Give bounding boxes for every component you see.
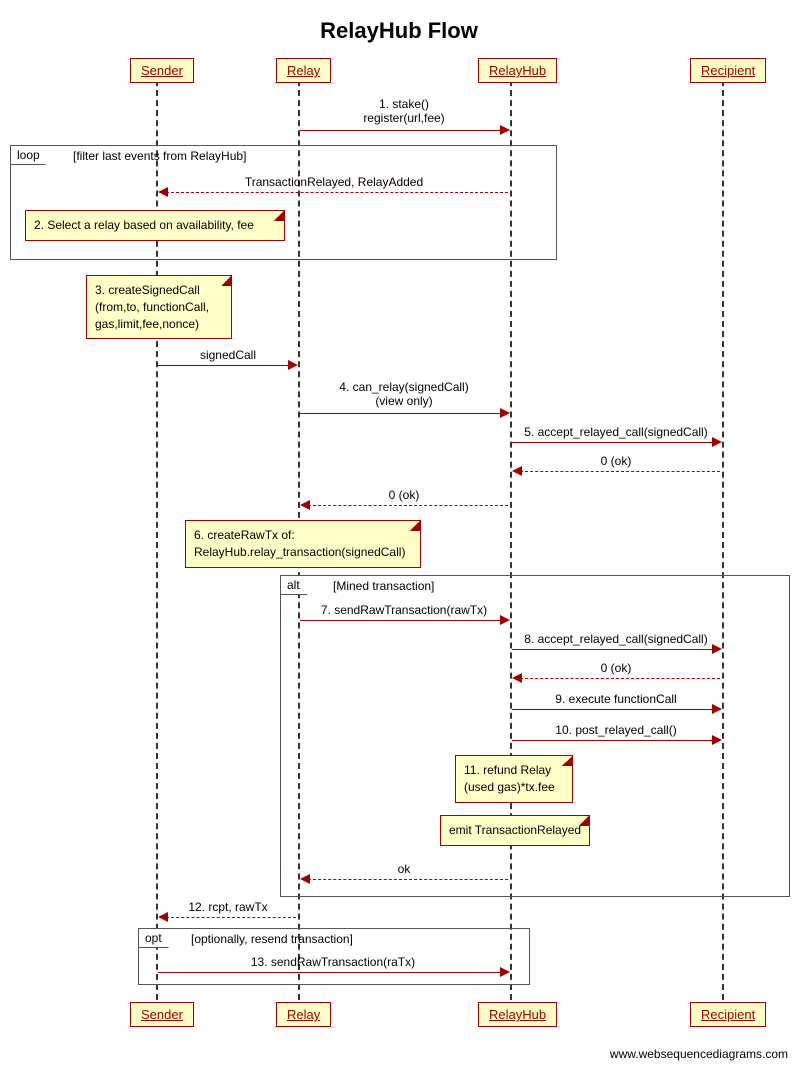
footer-link[interactable]: www.websequencediagrams.com bbox=[610, 1047, 788, 1061]
msg-postrelayed: 10. post_relayed_call() bbox=[512, 723, 720, 737]
note-refund-1: 11. refund Relay bbox=[464, 763, 551, 777]
note-csc-3: gas,limit,fee,nonce) bbox=[95, 317, 199, 331]
msg-ok4: ok bbox=[300, 862, 508, 876]
arrow-rcpt bbox=[166, 917, 296, 918]
note-createsignedcall: 3. createSignedCall (from,to, functionCa… bbox=[86, 275, 232, 339]
arrow-ok1 bbox=[520, 471, 720, 472]
arrow-execute bbox=[512, 709, 712, 710]
arrowhead-postrelayed bbox=[712, 735, 722, 745]
msg-accept1: 5. accept_relayed_call(signedCall) bbox=[512, 425, 720, 439]
arrowhead-ok3 bbox=[512, 673, 522, 683]
frame-loop-text: [filter last events from RelayHub] bbox=[73, 149, 246, 163]
arrowhead-execute bbox=[712, 704, 722, 714]
arrowhead-ok1 bbox=[512, 466, 522, 476]
note-select-relay: 2. Select a relay based on availability,… bbox=[25, 210, 285, 241]
dogear-icon bbox=[274, 211, 284, 221]
note-select-relay-text: 2. Select a relay based on availability,… bbox=[34, 218, 254, 232]
actor-recipient-bottom: Recipient bbox=[690, 1002, 766, 1027]
arrow-relayadded bbox=[166, 192, 508, 193]
frame-alt-text: [Mined transaction] bbox=[333, 579, 434, 593]
dogear-icon bbox=[410, 521, 420, 531]
arrowhead-sendraw bbox=[500, 615, 510, 625]
dogear-icon bbox=[579, 816, 589, 826]
arrowhead-signedcall bbox=[288, 360, 298, 370]
arrowhead-accept1 bbox=[712, 437, 722, 447]
actor-relayhub-top: RelayHub bbox=[478, 58, 557, 83]
note-emit: emit TransactionRelayed bbox=[440, 815, 590, 846]
arrow-ok3 bbox=[520, 678, 720, 679]
frame-loop-label: loop bbox=[10, 145, 52, 165]
frame-alt-label: alt bbox=[280, 575, 312, 595]
note-createrawtx: 6. createRawTx of: RelayHub.relay_transa… bbox=[185, 520, 421, 568]
note-refund: 11. refund Relay (used gas)*tx.fee bbox=[455, 755, 573, 803]
msg-accept2: 8. accept_relayed_call(signedCall) bbox=[512, 632, 720, 646]
arrow-accept2 bbox=[512, 649, 712, 650]
arrow-postrelayed bbox=[512, 740, 712, 741]
arrow-ok2 bbox=[308, 505, 508, 506]
frame-opt-label: opt bbox=[138, 928, 174, 948]
actor-recipient-top: Recipient bbox=[690, 58, 766, 83]
frame-loop: loop [filter last events from RelayHub] bbox=[10, 145, 557, 260]
actor-sender-top: Sender bbox=[130, 58, 194, 83]
msg-canrelay-1: 4. can_relay(signedCall) bbox=[339, 380, 468, 394]
arrow-canrelay bbox=[300, 413, 500, 414]
msg-signedcall: signedCall bbox=[158, 348, 298, 362]
arrow-signedcall bbox=[158, 365, 288, 366]
frame-opt-text: [optionally, resend transaction] bbox=[191, 932, 353, 946]
msg-ok2: 0 (ok) bbox=[300, 488, 508, 502]
msg-relayadded: TransactionRelayed, RelayAdded bbox=[160, 175, 508, 189]
msg-stake: 1. stake() register(url,fee) bbox=[300, 97, 508, 125]
msg-ok3: 0 (ok) bbox=[512, 661, 720, 675]
arrowhead-rcpt bbox=[158, 912, 168, 922]
actor-sender-bottom: Sender bbox=[130, 1002, 194, 1027]
msg-sendraw2: 13. sendRawTransaction(raTx) bbox=[158, 955, 508, 969]
note-refund-2: (used gas)*tx.fee bbox=[464, 780, 555, 794]
msg-rcpt: 12. rcpt, rawTx bbox=[158, 900, 298, 914]
arrow-sendraw2 bbox=[158, 972, 500, 973]
arrowhead-ok4 bbox=[300, 874, 310, 884]
msg-stake-text1: 1. stake() bbox=[379, 97, 429, 111]
arrowhead-stake bbox=[500, 125, 510, 135]
note-crt-2: RelayHub.relay_transaction(signedCall) bbox=[194, 545, 405, 559]
arrow-sendraw bbox=[300, 620, 500, 621]
msg-canrelay: 4. can_relay(signedCall) (view only) bbox=[300, 380, 508, 408]
arrowhead-accept2 bbox=[712, 644, 722, 654]
arrowhead-canrelay bbox=[500, 408, 510, 418]
arrowhead-sendraw2 bbox=[500, 967, 510, 977]
sequence-diagram: RelayHub Flow Sender Relay RelayHub Reci… bbox=[0, 0, 798, 1081]
note-crt-1: 6. createRawTx of: bbox=[194, 528, 295, 542]
note-csc-1: 3. createSignedCall bbox=[95, 283, 200, 297]
actor-relayhub-bottom: RelayHub bbox=[478, 1002, 557, 1027]
msg-stake-text2: register(url,fee) bbox=[363, 111, 444, 125]
dogear-icon bbox=[562, 756, 572, 766]
actor-relay-top: Relay bbox=[276, 58, 331, 83]
msg-execute: 9. execute functionCall bbox=[512, 692, 720, 706]
arrow-ok4 bbox=[308, 879, 508, 880]
dogear-icon bbox=[221, 276, 231, 286]
arrowhead-relayadded bbox=[158, 187, 168, 197]
arrow-accept1 bbox=[512, 442, 712, 443]
diagram-title: RelayHub Flow bbox=[0, 18, 798, 44]
arrowhead-ok2 bbox=[300, 500, 310, 510]
arrow-stake bbox=[300, 130, 500, 131]
msg-sendraw: 7. sendRawTransaction(rawTx) bbox=[300, 603, 508, 617]
msg-canrelay-2: (view only) bbox=[375, 394, 432, 408]
note-csc-2: (from,to, functionCall, bbox=[95, 300, 209, 314]
msg-ok1: 0 (ok) bbox=[512, 454, 720, 468]
actor-relay-bottom: Relay bbox=[276, 1002, 331, 1027]
